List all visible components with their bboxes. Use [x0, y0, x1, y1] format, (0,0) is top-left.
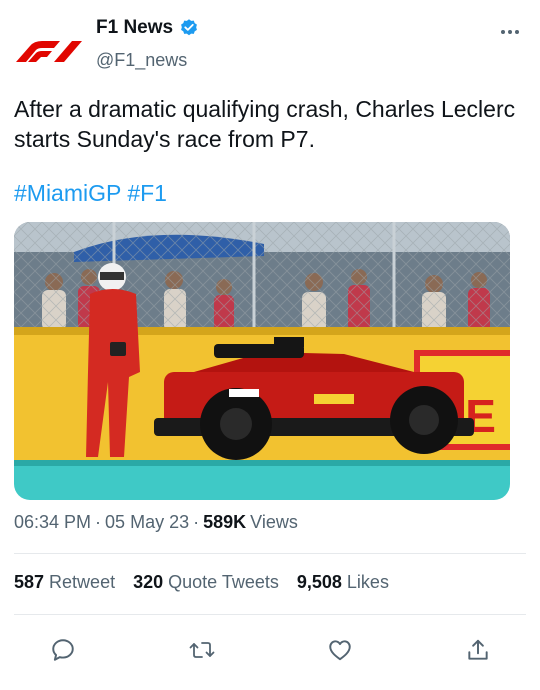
quote-tweets-stat[interactable]: 320 Quote Tweets — [133, 572, 279, 593]
divider — [14, 614, 526, 615]
likes-count: 9,508 — [296, 572, 342, 592]
retweets-stat[interactable]: 587 Retweet — [14, 572, 115, 593]
retweet-icon[interactable] — [182, 630, 222, 670]
meta-separator: · — [193, 512, 200, 532]
likes-stat[interactable]: 9,508 Likes — [297, 572, 389, 593]
more-options-icon[interactable] — [498, 20, 522, 44]
divider — [14, 553, 526, 554]
author-display-name[interactable]: F1 News — [96, 17, 173, 39]
author-handle[interactable]: @F1_news — [96, 50, 187, 71]
views-count: 589K — [203, 512, 247, 532]
tweet-media-image[interactable]: RE — [14, 222, 510, 500]
hashtag-link[interactable]: #F1 — [127, 180, 167, 206]
quotes-label: Quote Tweets — [168, 572, 279, 592]
tweet-action-bar — [0, 630, 540, 670]
likes-label: Likes — [346, 572, 389, 592]
tweet-date[interactable]: 05 May 23 — [105, 512, 189, 533]
author-name-row[interactable]: F1 News — [96, 17, 199, 39]
meta-separator: · — [95, 512, 102, 532]
hashtag-link[interactable]: #MiamiGP — [14, 180, 121, 206]
share-icon[interactable] — [458, 630, 498, 670]
views-label: Views — [250, 512, 298, 532]
reply-icon[interactable] — [43, 630, 83, 670]
tweet-hashtags: #MiamiGP #F1 — [14, 178, 167, 208]
retweets-count: 587 — [14, 572, 45, 592]
tweet-stats: 587 Retweet 320 Quote Tweets 9,508 Likes — [14, 572, 389, 593]
f1-logo-icon[interactable] — [14, 34, 84, 64]
tweet-text: After a dramatic qualifying crash, Charl… — [14, 96, 516, 152]
tweet-meta: 06:34 PM · 05 May 23 · 589K Views — [14, 512, 298, 533]
verified-badge-icon — [179, 18, 199, 38]
retweets-label: Retweet — [49, 572, 116, 592]
like-icon[interactable] — [320, 630, 360, 670]
tweet-time[interactable]: 06:34 PM — [14, 512, 91, 533]
quotes-count: 320 — [133, 572, 164, 592]
